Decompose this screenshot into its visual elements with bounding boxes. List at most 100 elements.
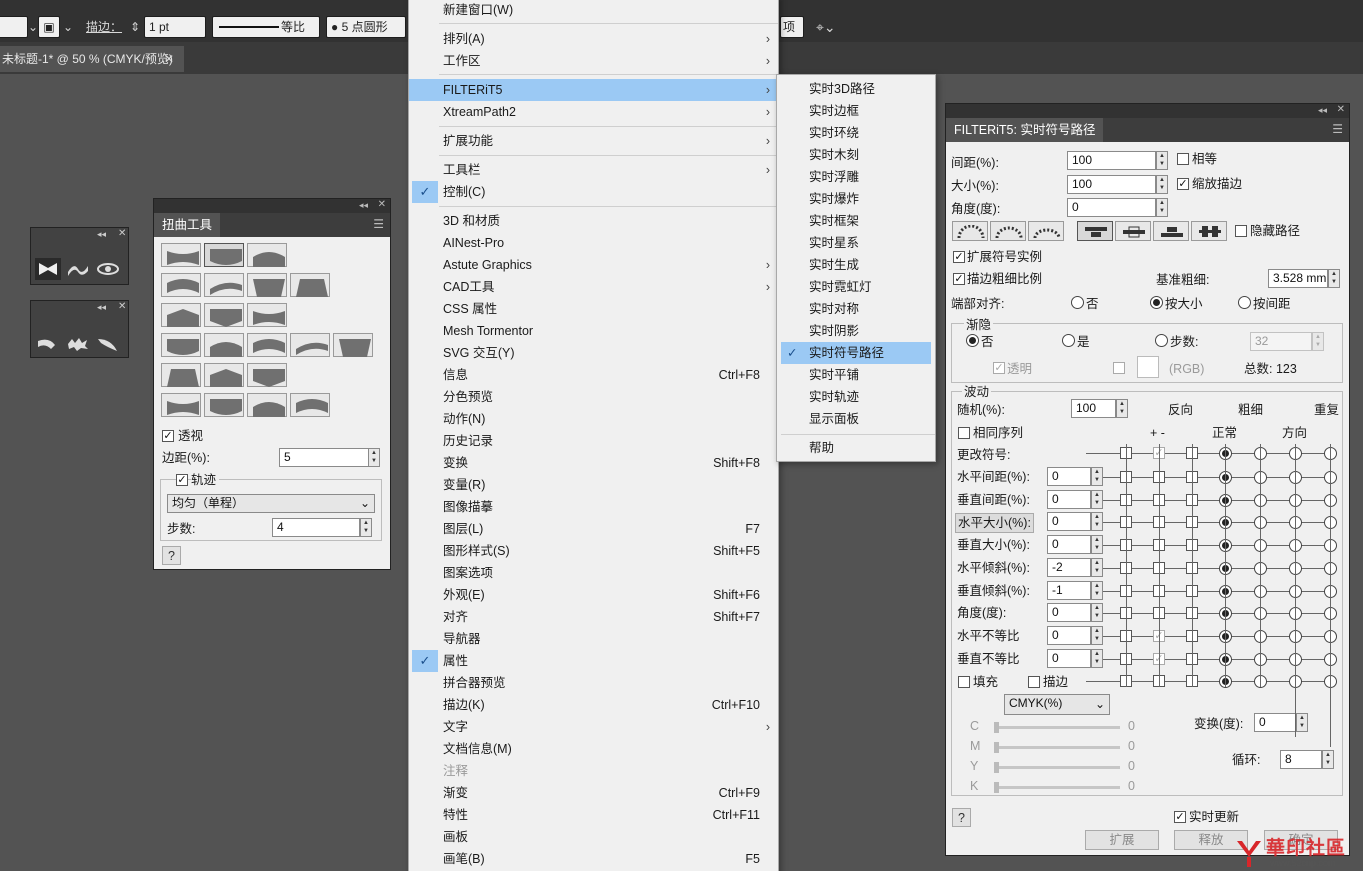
fill-checkbox[interactable]	[958, 676, 970, 688]
perspective-checkbox[interactable]: ✓	[162, 430, 174, 442]
submenu-item-13[interactable]: 实时平铺	[781, 364, 931, 386]
trail-mode-select[interactable]: 均匀（单程） ⌄	[167, 494, 375, 513]
menu-item-mesh-tormentor[interactable]: Mesh Tormentor	[409, 320, 778, 342]
menu-item-历史记录[interactable]: 历史记录	[409, 430, 778, 452]
chevron-down-icon[interactable]: ⌄	[63, 16, 73, 38]
expand-symbol-checkbox[interactable]: ✓	[953, 251, 965, 263]
end-align-size-radio[interactable]	[1150, 296, 1163, 309]
help-button[interactable]: ?	[162, 546, 181, 565]
menu-item-变量-r-[interactable]: 变量(R)	[409, 474, 778, 496]
stroke-weight-field[interactable]: 1 pt	[144, 16, 206, 38]
margin-input[interactable]: 5	[279, 448, 369, 467]
wave-row-input[interactable]: 0	[1047, 512, 1091, 532]
chevron-down-icon[interactable]: ⌄	[28, 16, 38, 38]
align-top-icon[interactable]	[1077, 221, 1113, 241]
distort-shape-icon[interactable]	[204, 363, 244, 387]
equal-checkbox[interactable]	[1177, 153, 1189, 165]
cmyk-slider-track[interactable]	[996, 726, 1120, 729]
menu-item-变换[interactable]: 变换 Shift+F8	[409, 452, 778, 474]
close-icon[interactable]: ✕	[1337, 104, 1345, 115]
help-button[interactable]: ?	[952, 808, 971, 827]
menu-item-astute-graphics[interactable]: Astute Graphics ›	[409, 254, 778, 276]
wave-row-input[interactable]: 0	[1047, 648, 1091, 668]
steps-spinner[interactable]: ▲ ▼	[360, 518, 372, 537]
distort-shape-icon[interactable]	[161, 273, 201, 297]
wave-row-input[interactable]: -1	[1047, 580, 1091, 600]
distort-shape-icon[interactable]	[247, 363, 287, 387]
loop-spinner[interactable]: ▲ ▼	[1322, 750, 1334, 769]
menu-item-xtreampath2[interactable]: XtreamPath2 ›	[409, 101, 778, 123]
splash-tool-icon[interactable]	[65, 333, 91, 358]
menu-item-新建窗口-w-[interactable]: 新建窗口(W)	[409, 0, 778, 21]
cmyk-slider-track[interactable]	[996, 746, 1120, 749]
wave-row-input[interactable]: 0	[1047, 625, 1091, 645]
menu-item-文字[interactable]: 文字 ›	[409, 716, 778, 738]
options-button[interactable]: 项	[780, 16, 804, 38]
menu-item-图层-l-[interactable]: 图层(L) F7	[409, 518, 778, 540]
random-input[interactable]: 100	[1071, 399, 1116, 418]
close-icon[interactable]: ✕	[378, 199, 386, 210]
submenu-item-0[interactable]: 实时3D路径	[781, 78, 931, 100]
menu-item-画板[interactable]: 画板	[409, 826, 778, 848]
menu-item-动作-n-[interactable]: 动作(N)	[409, 408, 778, 430]
stroke-ratio-checkbox[interactable]: ✓	[953, 273, 965, 285]
stroke-profile-select[interactable]: 等比	[212, 16, 320, 38]
twist-tool-icon[interactable]	[35, 333, 61, 358]
wave-row-spinner[interactable]: ▲ ▼	[1091, 489, 1103, 509]
menu-item-工具栏[interactable]: 工具栏 ›	[409, 159, 778, 181]
distort-shape-icon[interactable]	[204, 333, 244, 357]
feather-tool-icon[interactable]	[95, 333, 121, 358]
menu-item-图案选项[interactable]: 图案选项	[409, 562, 778, 584]
rgb-checkbox[interactable]	[1113, 362, 1125, 374]
menu-item-控制-c-[interactable]: ✓ 控制(C)	[409, 181, 778, 203]
hide-path-checkbox[interactable]	[1235, 225, 1247, 237]
brush-select[interactable]: ● 5 点圆形	[326, 16, 406, 38]
submenu-item-11[interactable]: 实时阴影	[781, 320, 931, 342]
cmyk-slider-thumb[interactable]	[994, 762, 999, 773]
menu-item-cad工具[interactable]: CAD工具 ›	[409, 276, 778, 298]
document-tab[interactable]: 未标题-1* @ 50 % (CMYK/预览) ✕	[0, 46, 184, 72]
distort-shape-icon[interactable]	[161, 243, 201, 267]
submenu-item-15[interactable]: 显示面板	[781, 408, 931, 430]
menu-item-排列-a-[interactable]: 排列(A) ›	[409, 28, 778, 50]
fade-no-radio[interactable]	[966, 334, 979, 347]
wave-row-spinner[interactable]: ▲ ▼	[1091, 557, 1103, 577]
arc-fan-right-icon[interactable]	[1028, 221, 1064, 241]
menu-item-属性[interactable]: ✓ 属性	[409, 650, 778, 672]
submenu-item-12[interactable]: ✓ 实时符号路径	[781, 342, 931, 364]
distort-shape-icon[interactable]	[161, 303, 201, 327]
menu-item-特性[interactable]: 特性 Ctrl+F11	[409, 804, 778, 826]
collapse-icon[interactable]: ◂◂	[359, 200, 368, 211]
transform-input[interactable]: 0	[1254, 713, 1296, 732]
menu-item-3d-和材质[interactable]: 3D 和材质	[409, 210, 778, 232]
fade-color-swatch[interactable]	[1137, 356, 1159, 378]
submenu-item-1[interactable]: 实时边框	[781, 100, 931, 122]
bowtie-tool-icon[interactable]	[35, 258, 61, 280]
size-spinner[interactable]: ▲ ▼	[1156, 175, 1168, 194]
distort-shape-icon[interactable]	[247, 243, 287, 267]
transparent-checkbox[interactable]: ✓	[993, 362, 1005, 374]
color-mode-select[interactable]: CMYK(%) ⌄	[1004, 694, 1110, 715]
fade-steps-input[interactable]: 32	[1250, 332, 1312, 351]
submenu-item-6[interactable]: 实时框架	[781, 210, 931, 232]
panel-tab-symbol-path[interactable]: FILTERiT5: 实时符号路径	[946, 118, 1104, 142]
distort-shape-icon[interactable]	[290, 273, 330, 297]
steps-input[interactable]: 4	[272, 518, 360, 537]
close-icon[interactable]: ✕	[118, 301, 126, 312]
expand-button[interactable]: 扩展	[1085, 830, 1159, 850]
menu-item-画笔-b-[interactable]: 画笔(B) F5	[409, 848, 778, 870]
menu-item-svg-交互-y-[interactable]: SVG 交互(Y)	[409, 342, 778, 364]
menu-item-拼合器预览[interactable]: 拼合器预览	[409, 672, 778, 694]
spacing-input[interactable]: 100	[1067, 151, 1156, 170]
distort-shape-icon[interactable]	[333, 333, 373, 357]
base-weight-spinner[interactable]: ▲ ▼	[1328, 269, 1340, 288]
distort-shape-icon[interactable]	[290, 333, 330, 357]
menu-item-图像描摹[interactable]: 图像描摹	[409, 496, 778, 518]
loop-input[interactable]: 8	[1280, 750, 1322, 769]
eye-tool-icon[interactable]	[95, 258, 121, 283]
distort-shape-icon[interactable]	[161, 363, 201, 387]
cmyk-slider-track[interactable]	[996, 766, 1120, 769]
cmyk-slider-thumb[interactable]	[994, 782, 999, 793]
submenu-item-7[interactable]: 实时星系	[781, 232, 931, 254]
distort-shape-icon[interactable]	[204, 273, 244, 297]
